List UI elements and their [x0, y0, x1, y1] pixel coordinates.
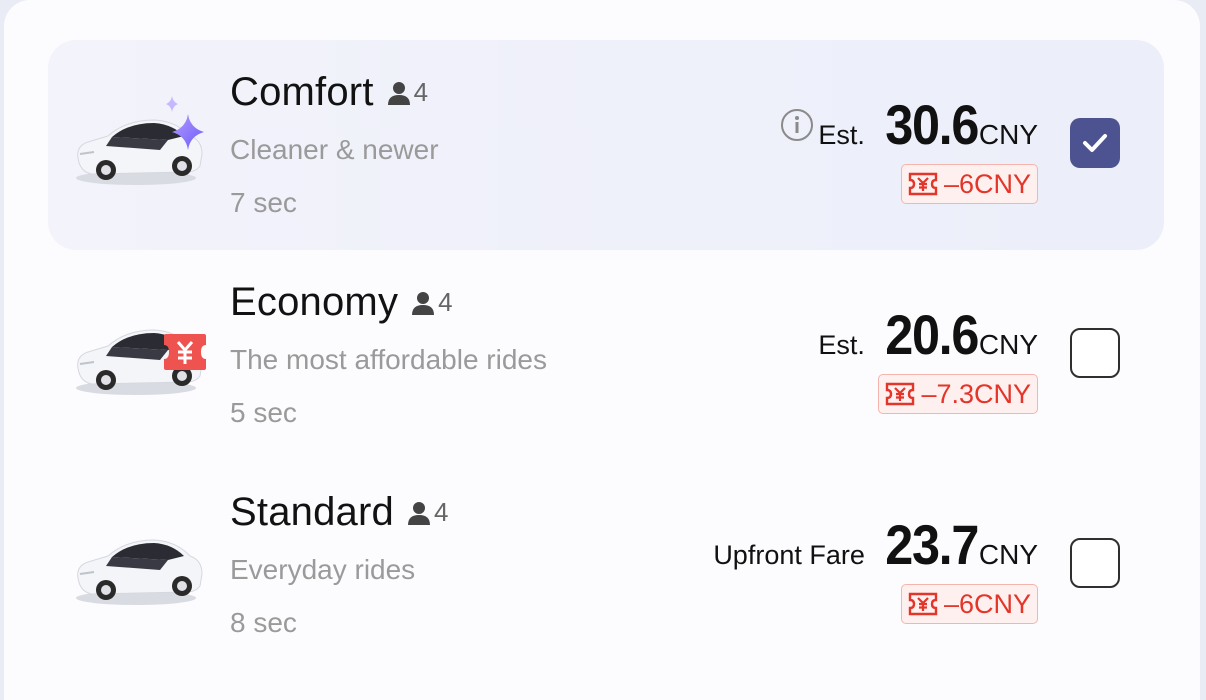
price-label: Upfront Fare [713, 540, 865, 570]
car-icon [76, 539, 203, 605]
price-amount: 30.6 [885, 93, 979, 156]
ride-eta: 5 sec [230, 397, 297, 428]
ride-option-economy[interactable]: Economy 4 The most affordable rides 5 se… [48, 250, 1164, 460]
price-line: Est. 20.6 CNY [818, 302, 1038, 367]
person-icon [387, 81, 410, 105]
ride-name: Economy [230, 280, 399, 324]
seat-count: 4 [413, 77, 429, 107]
ride-description: The most affordable rides [230, 344, 547, 375]
seat-count: 4 [438, 287, 453, 317]
ride-eta: 7 sec [230, 187, 297, 218]
ride-name: Standard [230, 490, 394, 534]
sparkle-icon [166, 96, 204, 150]
ride-option-standard[interactable]: Standard 4 Everyday rides 8 sec Upfront … [48, 460, 1164, 670]
price-currency: CNY [978, 539, 1038, 570]
ride-description: Everyday rides [230, 554, 416, 585]
discount-badge: –6CNY [900, 164, 1038, 204]
ride-options-sheet: Comfort 4 Cleaner & newer 7 sec Est. 30.… [4, 0, 1200, 700]
select-checkbox[interactable] [1070, 118, 1120, 168]
discount-amount: –6CNY [943, 168, 1031, 199]
ride-name: Comfort [230, 70, 374, 114]
ride-title-line: Standard 4 [230, 490, 448, 535]
coupon-icon [886, 382, 915, 406]
discount-amount: –6CNY [943, 588, 1031, 619]
select-checkbox[interactable] [1070, 538, 1120, 588]
person-icon [412, 291, 435, 315]
discount-badge: –7.3CNY [878, 374, 1038, 414]
checkmark-icon [1083, 134, 1107, 152]
seat-capacity: 4 [410, 287, 453, 318]
discount-amount: –7.3CNY [921, 378, 1031, 409]
ride-option-comfort[interactable]: Comfort 4 Cleaner & newer 7 sec Est. 30.… [48, 40, 1164, 250]
price-amount: 23.7 [885, 513, 979, 576]
select-checkbox[interactable] [1070, 328, 1120, 378]
ride-description: Cleaner & newer [230, 134, 439, 165]
price-label: Est. [818, 120, 865, 150]
ride-title-line: Comfort 4 [230, 70, 428, 115]
seat-count: 4 [433, 497, 449, 527]
discount-badge: –6CNY [900, 584, 1038, 624]
price-label: Est. [818, 330, 865, 360]
price-line: Upfront Fare 23.7 CNY [713, 512, 1038, 577]
yen-tag-icon [164, 334, 206, 370]
ride-eta: 8 sec [230, 607, 297, 638]
ride-title-line: Economy 4 [230, 280, 453, 325]
coupon-icon [908, 592, 938, 616]
price-currency: CNY [978, 329, 1038, 360]
coupon-icon [908, 172, 938, 196]
seat-capacity: 4 [386, 77, 428, 108]
info-icon[interactable] [780, 108, 814, 142]
seat-capacity: 4 [406, 497, 448, 528]
price-line: Est. 30.6 CNY [780, 92, 1038, 157]
price-currency: CNY [978, 119, 1038, 150]
price-amount: 20.6 [885, 303, 979, 366]
person-icon [407, 501, 430, 525]
